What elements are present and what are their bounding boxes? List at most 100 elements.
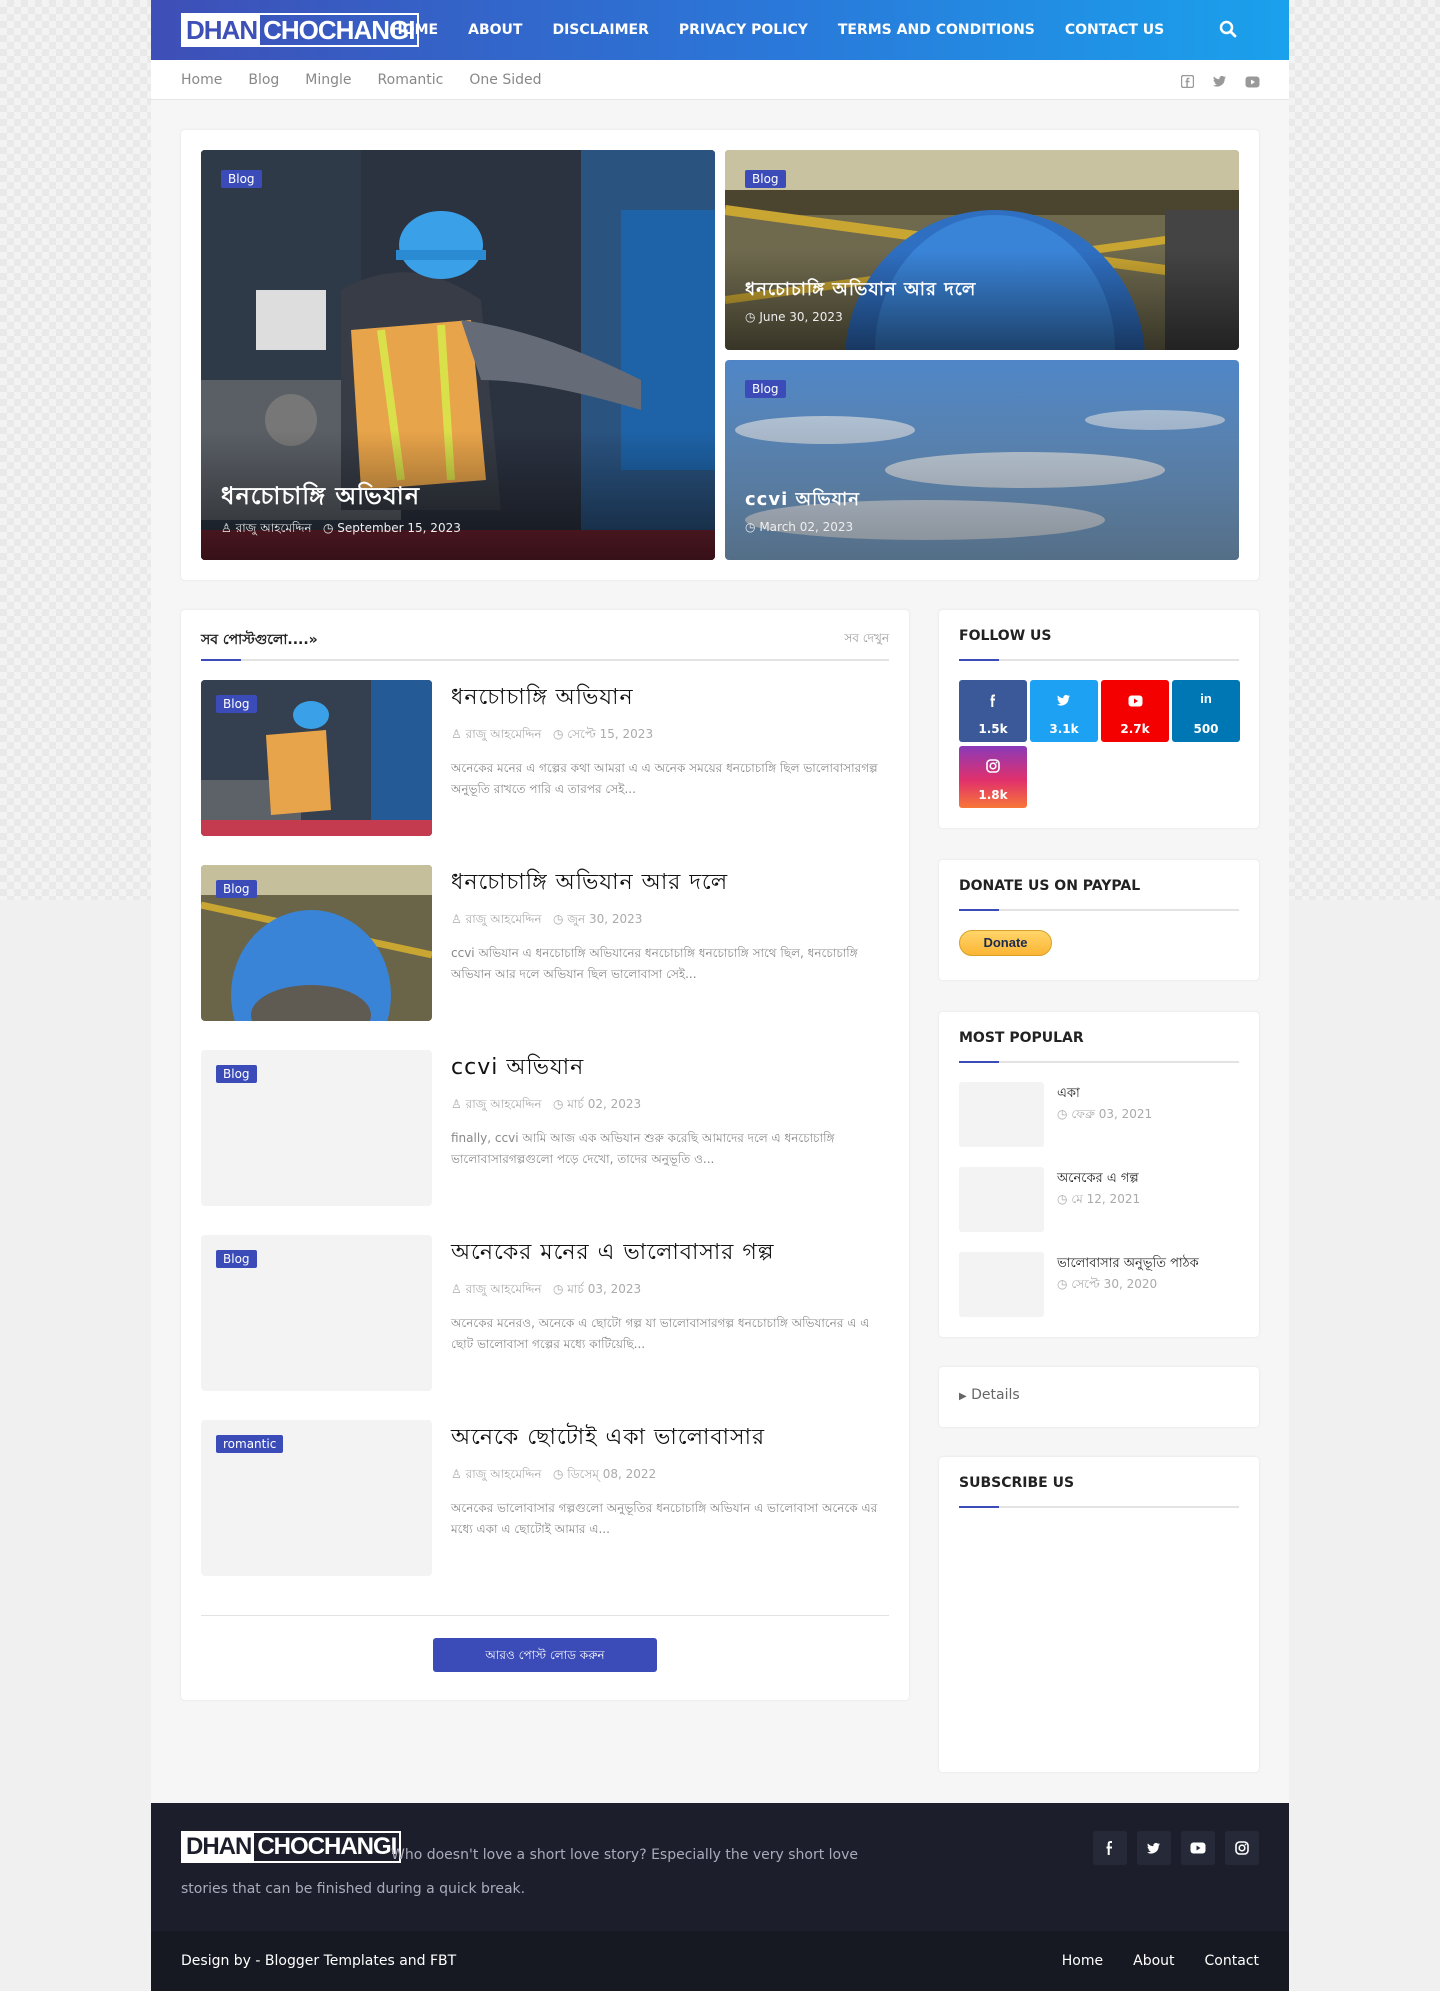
post-thumbnail[interactable]: romantic (201, 1420, 432, 1576)
footer-bottom-bar: Design by - Blogger Templates and FBT Ho… (151, 1931, 1289, 1991)
popular-post-title[interactable]: একা (1057, 1084, 1080, 1105)
post-author[interactable]: রাজু আহমেদ্দিন (466, 1097, 542, 1111)
details-toggle[interactable]: ▶ Details (959, 1387, 1020, 1403)
popular-post-thumbnail[interactable] (959, 1082, 1044, 1147)
featured-bottom-right[interactable]: Blog ccvi অভিযান ◷ March 02, 2023 (725, 360, 1239, 560)
footer-link-about[interactable]: About (1133, 1931, 1174, 1991)
post-snippet: finally, ccvi আমি আজ এক অভিযান শুরু করেছ… (451, 1131, 835, 1166)
menu-about[interactable]: ABOUT (468, 0, 522, 60)
featured-bottom-right-title[interactable]: ccvi অভিযান (745, 485, 860, 516)
post-author[interactable]: রাজু আহমেদ্দিন (466, 912, 542, 926)
section-divider (201, 659, 889, 661)
youtube-follow-button[interactable]: 2.7k (1101, 680, 1169, 742)
footer-credit[interactable]: Design by - Blogger Templates and FBT (181, 1931, 456, 1991)
footer-instagram-button[interactable] (1225, 1831, 1259, 1865)
featured-main-tag[interactable]: Blog (221, 170, 262, 188)
user-icon: ♙ (451, 1467, 462, 1481)
subnav-blog[interactable]: Blog (248, 60, 279, 100)
post-author[interactable]: রাজু আহমেদ্দিন (466, 1282, 542, 1296)
menu-home[interactable]: HOME (391, 0, 438, 60)
featured-main-meta: ♙ রাজু আহমেদ্দিন ◷ September 15, 2023 (221, 520, 461, 540)
footer-youtube-button[interactable] (1181, 1831, 1215, 1865)
featured-top-right[interactable]: Blog ধনচোচাঙ্গি অভিযান আর দলে ◷ June 30,… (725, 150, 1239, 350)
post-meta: ♙ রাজু আহমেদ্দিন ◷ জুন 30, 2023 (451, 911, 642, 931)
menu-terms[interactable]: TERMS AND CONDITIONS (838, 0, 1035, 60)
user-icon: ♙ (451, 1282, 462, 1296)
post-tag[interactable]: Blog (216, 1250, 257, 1268)
post-title[interactable]: অনেকে ছোটোই একা ভালোবাসার (451, 1420, 765, 1457)
youtube-icon[interactable] (1245, 73, 1260, 88)
featured-main-title[interactable]: ধনচোচাঙ্গি অভিযান (221, 478, 420, 518)
subnav-home[interactable]: Home (181, 60, 222, 100)
subnav-mingle[interactable]: Mingle (305, 60, 351, 100)
section-divider (959, 909, 1239, 911)
post-author[interactable]: রাজু আহমেদ্দিন (466, 727, 542, 741)
linkedin-follow-button[interactable]: in 500 (1172, 680, 1240, 742)
post-title[interactable]: ccvi অভিযান (451, 1050, 584, 1087)
site-logo[interactable]: DHAN CHOCHANGI (181, 13, 420, 47)
featured-main-date: September 15, 2023 (337, 521, 461, 535)
menu-contact[interactable]: CONTACT US (1065, 0, 1164, 60)
twitter-icon (1057, 692, 1071, 706)
post-thumbnail[interactable]: Blog (201, 865, 432, 1021)
youtube-icon (1128, 692, 1143, 707)
menu-privacy-policy[interactable]: PRIVACY POLICY (679, 0, 808, 60)
twitter-icon[interactable] (1213, 73, 1227, 87)
post-author[interactable]: রাজু আহমেদ্দিন (466, 1467, 542, 1481)
user-icon: ♙ (451, 912, 462, 926)
instagram-follow-button[interactable]: 1.8k (959, 746, 1027, 808)
popular-post-date: মে 12, 2021 (1071, 1192, 1141, 1206)
search-icon[interactable] (1219, 20, 1239, 40)
logo-part1: DHAN (183, 15, 261, 45)
footer: DHAN CHOCHANGI Who doesn't love a short … (151, 1803, 1289, 1931)
facebook-icon (1106, 1841, 1112, 1855)
subnav-one-sided[interactable]: One Sided (469, 60, 541, 100)
popular-post: একা ◷ ফেব্রু 03, 2021 (959, 1082, 1239, 1147)
post-meta: ♙ রাজু আহমেদ্দিন ◷ মার্চ 03, 2023 (451, 1281, 641, 1301)
post-tag[interactable]: romantic (216, 1435, 284, 1453)
popular-post-thumbnail[interactable] (959, 1252, 1044, 1317)
post-tag[interactable]: Blog (216, 880, 257, 898)
popular-post-thumbnail[interactable] (959, 1167, 1044, 1232)
post-thumbnail[interactable]: Blog (201, 1235, 432, 1391)
twitter-follow-button[interactable]: 3.1k (1030, 680, 1098, 742)
menu-disclaimer[interactable]: DISCLAIMER (552, 0, 648, 60)
post-thumbnail[interactable]: Blog (201, 680, 432, 836)
featured-top-right-title[interactable]: ধনচোচাঙ্গি অভিযান আর দলে (745, 275, 976, 306)
post-title[interactable]: অনেকের মনের এ ভালোবাসার গল্প (451, 1235, 775, 1272)
facebook-count: 1.5k (978, 722, 1008, 736)
facebook-icon[interactable] (1180, 73, 1195, 89)
post-item: Blog অনেকের মনের এ ভালোবাসার গল্প ♙ রাজু… (201, 1235, 889, 1391)
twitter-icon (1147, 1842, 1160, 1854)
post-tag[interactable]: Blog (216, 1065, 257, 1083)
post-thumbnail[interactable]: Blog (201, 1050, 432, 1206)
featured-top-right-tag[interactable]: Blog (745, 170, 786, 188)
post-title[interactable]: ধনচোচাঙ্গি অভিযান (451, 680, 634, 717)
popular-post-date: সেপ্টে 30, 2020 (1071, 1277, 1158, 1291)
post-tag[interactable]: Blog (216, 695, 257, 713)
instagram-icon (986, 758, 1000, 773)
linkedin-icon: in (1200, 691, 1212, 706)
paypal-donate-button[interactable]: Donate (959, 930, 1052, 956)
facebook-follow-button[interactable]: 1.5k (959, 680, 1027, 742)
featured-bottom-right-tag[interactable]: Blog (745, 380, 786, 398)
footer-twitter-button[interactable] (1137, 1831, 1171, 1865)
footer-link-contact[interactable]: Contact (1205, 1931, 1259, 1991)
user-icon: ♙ (221, 521, 232, 535)
view-all-link[interactable]: সব দেখুন (844, 630, 889, 650)
load-more-button[interactable]: আরও পোস্ট লোড করুন (433, 1638, 657, 1672)
clock-icon: ◷ (1057, 1107, 1068, 1121)
footer-link-home[interactable]: Home (1062, 1931, 1103, 1991)
popular-post-title[interactable]: ভালোবাসার অনুভূতি পাঠক (1057, 1254, 1199, 1275)
footer-facebook-button[interactable] (1093, 1831, 1127, 1865)
popular-post-meta: ◷ মে 12, 2021 (1057, 1191, 1140, 1211)
featured-main-author[interactable]: রাজু আহমেদ্দিন (236, 521, 312, 535)
section-divider (959, 659, 1239, 661)
featured-main[interactable]: Blog ধনচোচাঙ্গি অভিযান ♙ রাজু আহমেদ্দিন … (201, 150, 715, 560)
post-title[interactable]: ধনচোচাঙ্গি অভিযান আর দলে (451, 865, 728, 902)
subnav-romantic[interactable]: Romantic (378, 60, 444, 100)
post-snippet: অনেকের মনেরও, অনেকে এ ছোটো গল্প যা ভালোব… (451, 1316, 870, 1351)
clock-icon: ◷ (552, 912, 564, 926)
popular-post-title[interactable]: অনেকের এ গল্প (1057, 1169, 1139, 1190)
clock-icon: ◷ (745, 520, 756, 534)
